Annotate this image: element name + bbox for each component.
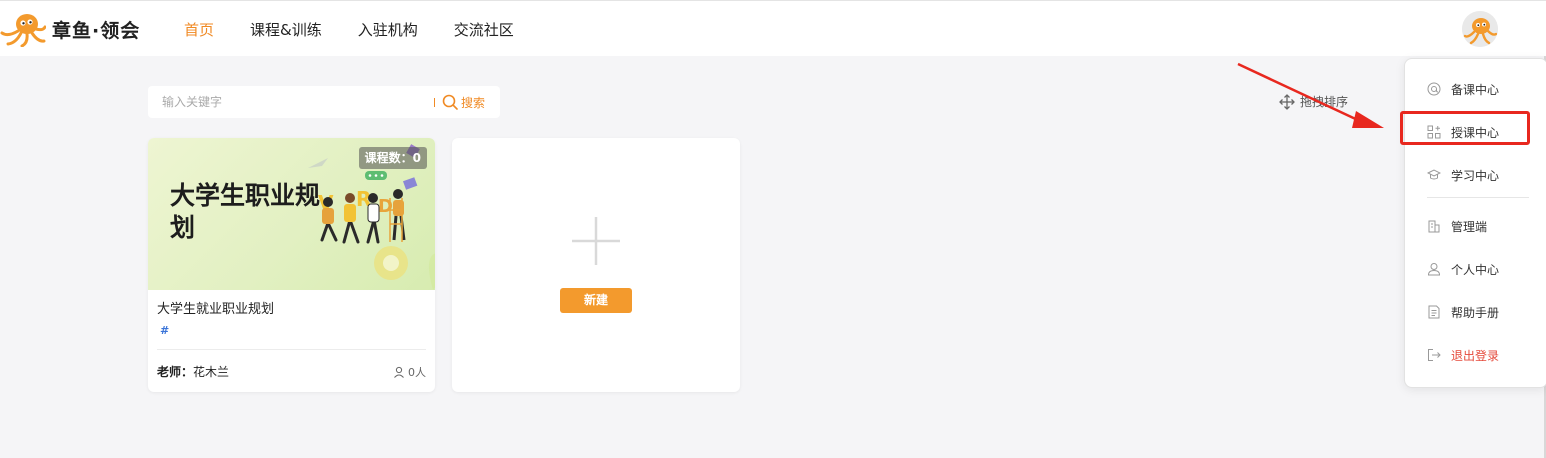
menu-divider (1427, 197, 1529, 198)
menu-label-profile: 个人中心 (1451, 262, 1500, 277)
octopus-avatar-icon (1462, 11, 1498, 47)
user-avatar[interactable] (1462, 11, 1498, 47)
logo[interactable]: 章鱼·领会 (0, 11, 140, 47)
drag-sort-label: 拖拽排序 (1300, 95, 1349, 109)
graduation-cap-icon (1427, 169, 1441, 180)
logo-text: 章鱼·领会 (52, 19, 141, 42)
menu-item-logout[interactable]: 退出登录 (1405, 340, 1546, 370)
teacher-name: 花木兰 (193, 365, 230, 379)
search-divider (434, 98, 435, 107)
menu-item-help[interactable]: 帮助手册 (1405, 297, 1546, 327)
menu-label-learning-center: 学习中心 (1451, 168, 1500, 183)
grid-plus-icon (1427, 125, 1441, 139)
menu-item-lesson-prep[interactable]: 备课中心 (1405, 74, 1546, 104)
student-count-value: 0人 (408, 366, 426, 379)
search-bar: 搜索 (148, 86, 500, 118)
new-course-card[interactable]: 新建 (452, 138, 740, 392)
menu-item-teaching-center[interactable]: 授课中心 (1405, 117, 1546, 147)
octopus-logo-icon (0, 14, 46, 47)
menu-label-logout: 退出登录 (1451, 348, 1500, 363)
course-card[interactable]: 大学生职业规划 V R D 课 (148, 138, 435, 392)
nav-community[interactable]: 交流社区 (454, 19, 514, 40)
menu-item-profile[interactable]: 个人中心 (1405, 254, 1546, 284)
document-icon (1428, 305, 1440, 319)
person-icon (394, 366, 404, 378)
course-tag[interactable]: # (160, 324, 169, 337)
course-banner: 大学生职业规划 V R D 课 (148, 138, 435, 290)
nav-home[interactable]: 首页 (184, 19, 214, 40)
user-dropdown-menu: 备课中心 授课中心 学习中心 管理端 个人中心 帮助手册 退出登录 (1404, 58, 1546, 388)
course-teacher: 老师：花木兰 (157, 363, 229, 380)
student-count: 0人 (393, 364, 426, 380)
course-count-badge: 课程数：0 (358, 147, 427, 169)
menu-label-help: 帮助手册 (1451, 305, 1500, 320)
plus-icon (572, 217, 620, 265)
menu-label-admin: 管理端 (1451, 219, 1488, 234)
menu-item-learning-center[interactable]: 学习中心 (1405, 160, 1546, 190)
nav-courses-training[interactable]: 课程&训练 (250, 19, 322, 40)
course-title[interactable]: 大学生就业职业规划 (157, 298, 274, 317)
at-icon (1427, 82, 1441, 96)
card-divider (157, 349, 426, 350)
user-icon (1427, 263, 1441, 276)
move-arrows-icon (1279, 93, 1295, 110)
menu-label-teaching-center: 授课中心 (1451, 125, 1500, 140)
menu-label-lesson-prep: 备课中心 (1451, 82, 1500, 97)
menu-item-admin[interactable]: 管理端 (1405, 211, 1546, 241)
nav-institutions[interactable]: 入驻机构 (358, 19, 418, 40)
top-navbar: 章鱼·领会 首页 课程&训练 入驻机构 交流社区 (0, 0, 1546, 56)
search-button-label: 搜索 (461, 95, 486, 110)
teacher-label: 老师： (157, 365, 194, 379)
search-input[interactable] (148, 86, 430, 118)
search-button[interactable]: 搜索 (442, 86, 485, 118)
drag-sort-button[interactable]: 拖拽排序 (1279, 93, 1348, 110)
main-nav: 首页 课程&训练 入驻机构 交流社区 (184, 1, 550, 57)
building-icon (1428, 220, 1440, 233)
search-icon (442, 94, 458, 110)
logout-icon (1428, 349, 1441, 361)
new-course-button[interactable]: 新建 (560, 288, 632, 313)
